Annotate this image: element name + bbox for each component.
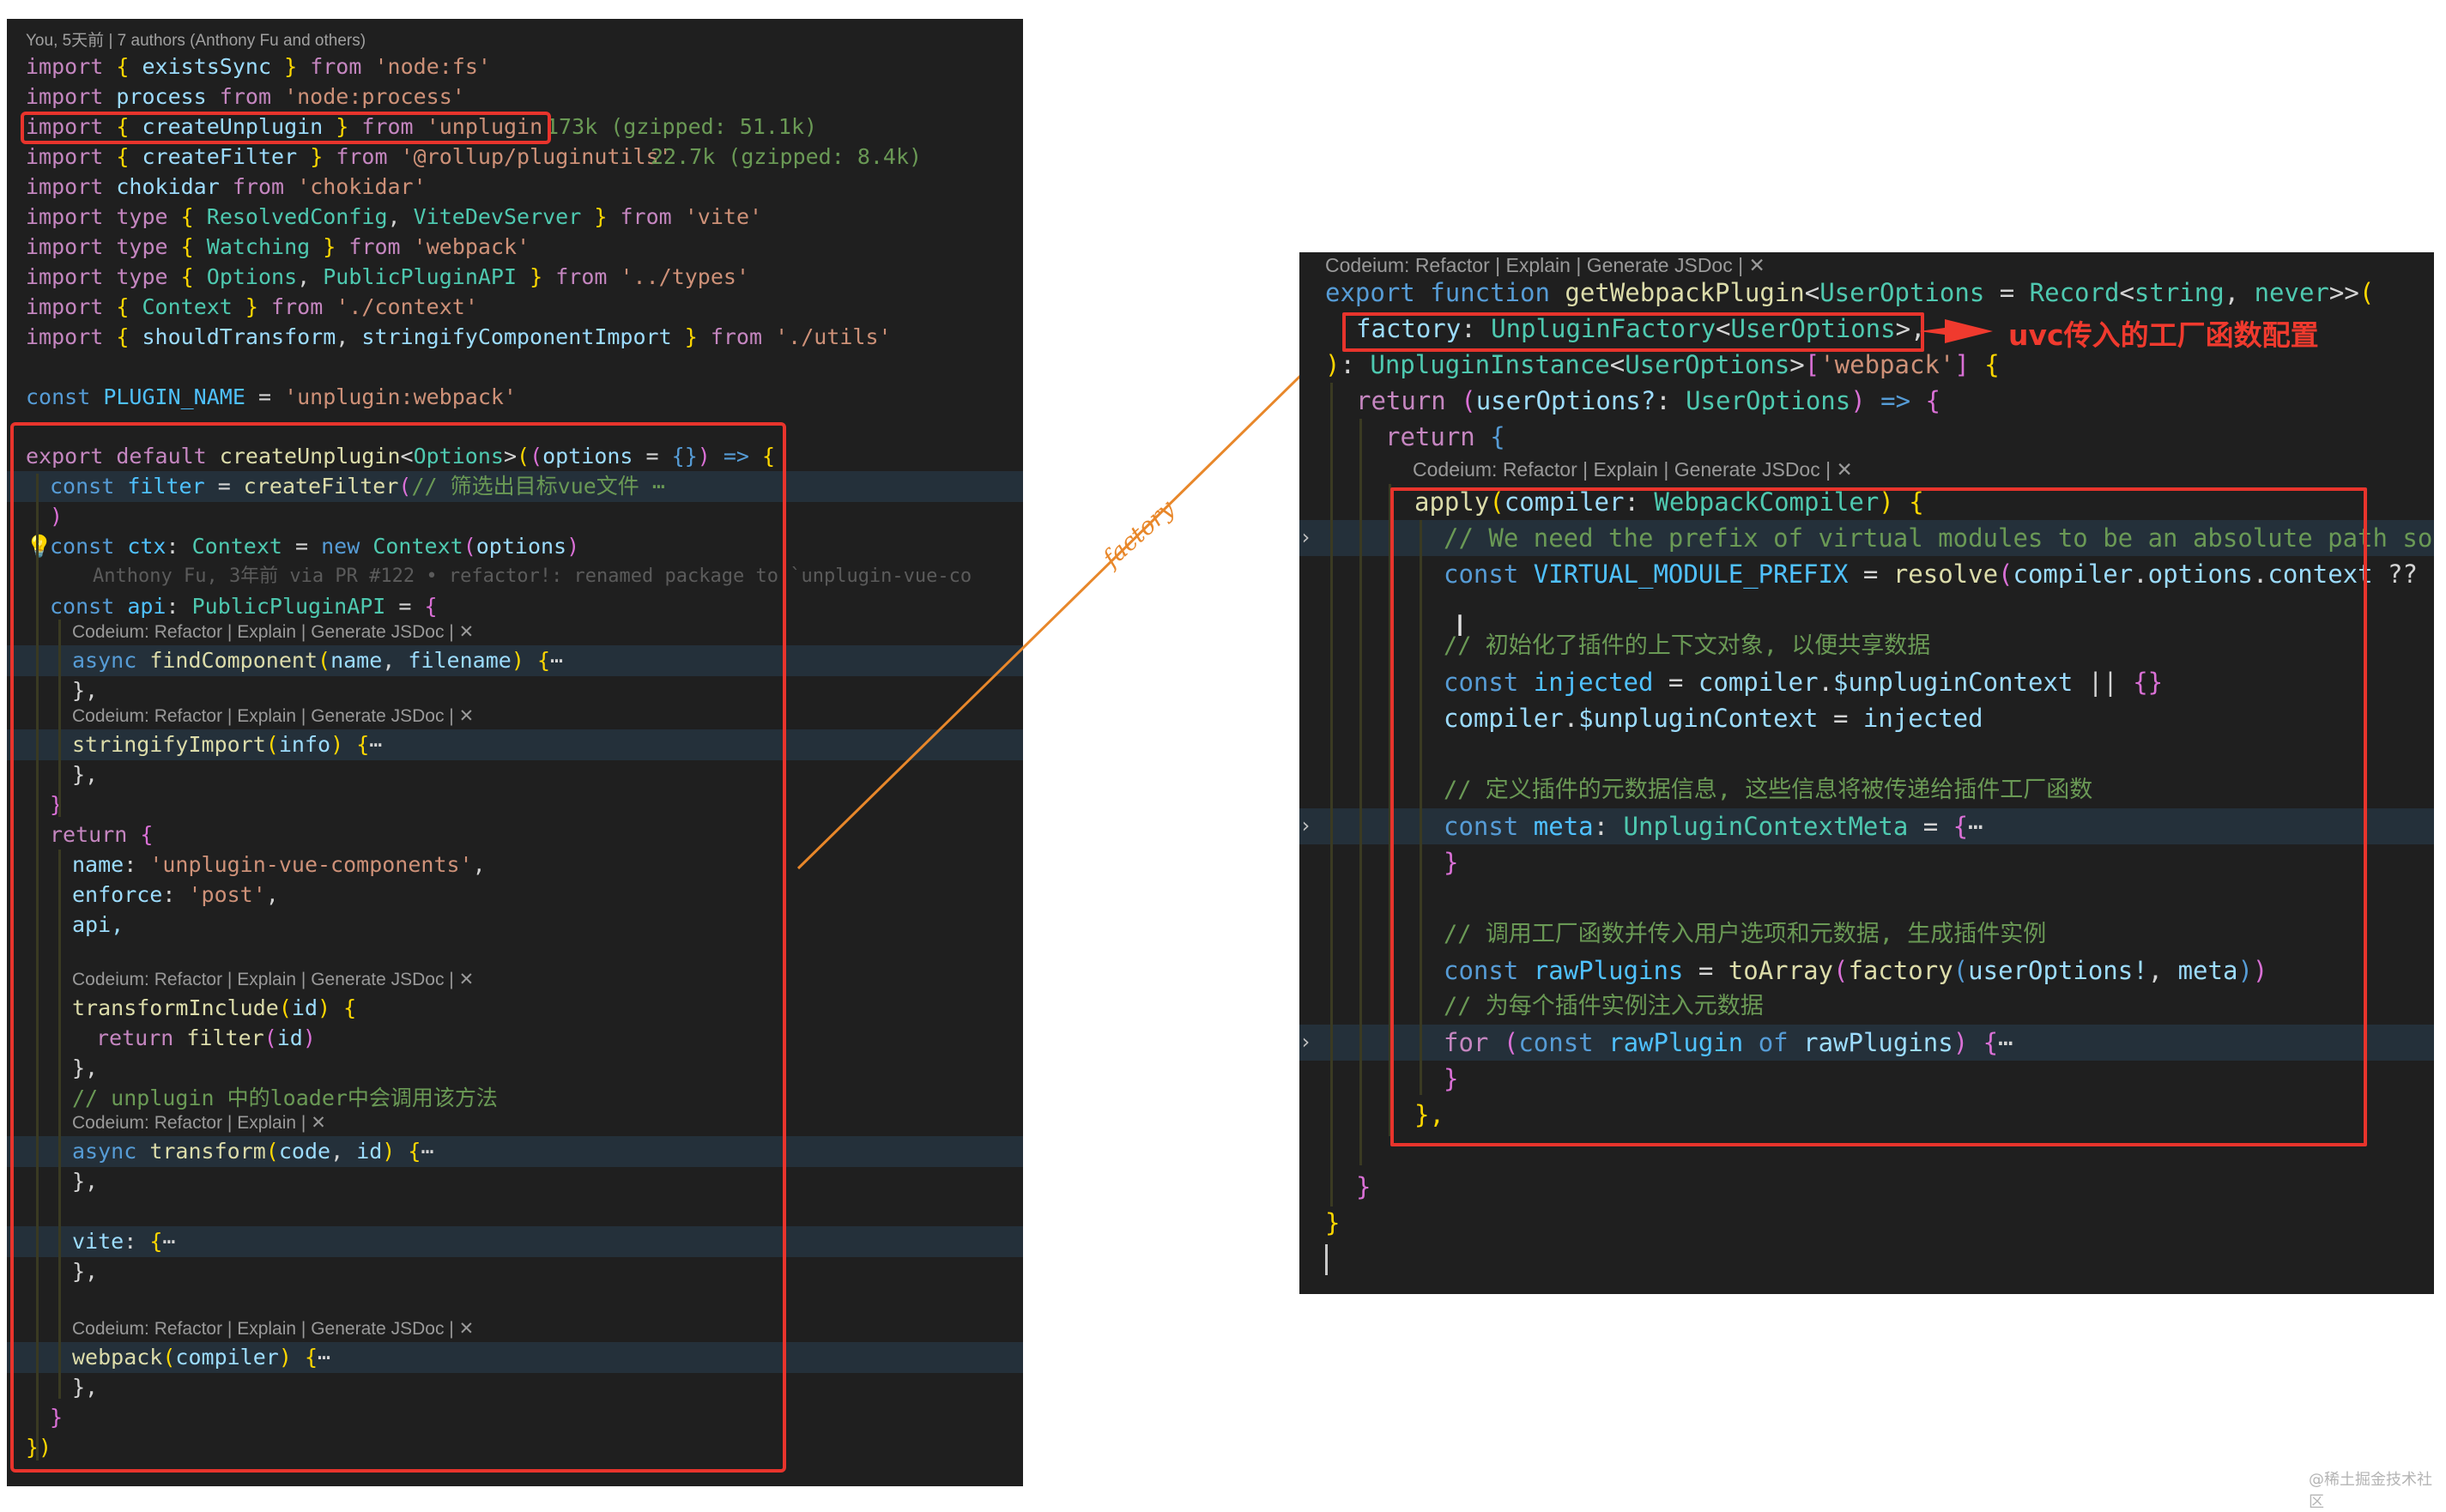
- watermark: @稀土掘金技术社区: [2309, 1471, 2432, 1511]
- annotation-label: uvc传入的工厂函数配置: [2008, 318, 2319, 352]
- annotation-arrow: [1919, 319, 1993, 343]
- red-arrow-icon: [1919, 319, 1993, 343]
